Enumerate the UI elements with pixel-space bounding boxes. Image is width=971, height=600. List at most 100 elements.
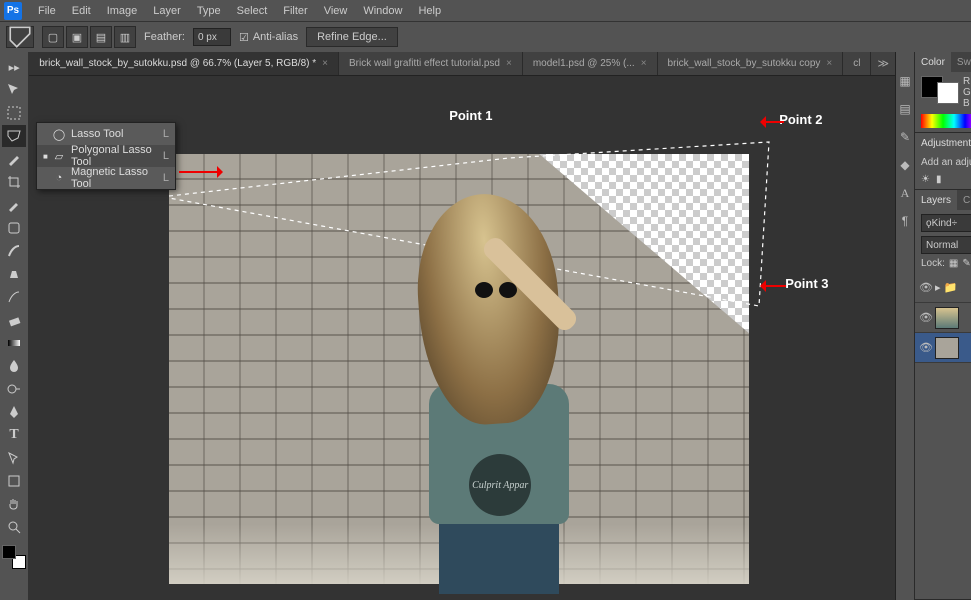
clone-panel-icon[interactable]: ◆ bbox=[896, 156, 914, 174]
layer-filter[interactable]: ϙ Kind ÷ bbox=[921, 214, 971, 232]
document-canvas[interactable]: Culprit Appar bbox=[169, 154, 749, 584]
color-swatches[interactable] bbox=[2, 545, 26, 569]
selection-subtract[interactable]: ▤ bbox=[90, 26, 112, 48]
selection-new[interactable]: ▢ bbox=[42, 26, 64, 48]
eraser-tool[interactable] bbox=[2, 309, 26, 331]
annotation-point1: Point 1 bbox=[449, 108, 492, 123]
menu-window[interactable]: Window bbox=[355, 3, 410, 19]
levels-adj-icon[interactable]: ▮ bbox=[936, 174, 942, 185]
menu-edit[interactable]: Edit bbox=[64, 3, 99, 19]
pen-tool[interactable] bbox=[2, 401, 26, 423]
channels-tab[interactable]: Chan bbox=[957, 190, 971, 210]
menu-file[interactable]: File bbox=[30, 3, 64, 19]
clone-stamp-tool[interactable] bbox=[2, 263, 26, 285]
history-panel-icon[interactable]: ▦ bbox=[896, 72, 914, 90]
blend-mode-select[interactable]: Normal bbox=[921, 236, 971, 254]
document-tabs: brick_wall_stock_by_sutokku.psd @ 66.7% … bbox=[29, 52, 895, 76]
annotation-point3: Point 3 bbox=[785, 276, 828, 291]
brightness-adj-icon[interactable]: ☀ bbox=[921, 174, 930, 185]
folder-icon: ▸ 📁 bbox=[935, 281, 957, 294]
flyout-polygonal-lasso[interactable]: ■ ▱ Polygonal Lasso Tool L bbox=[37, 145, 175, 167]
tabs-overflow-icon[interactable]: ≫ bbox=[871, 57, 895, 70]
document-tab-4[interactable]: brick_wall_stock_by_sutokku copy× bbox=[658, 52, 844, 76]
adjustments-tab[interactable]: Adjustments bbox=[915, 133, 971, 153]
menu-layer[interactable]: Layer bbox=[145, 3, 189, 19]
zoom-tool[interactable] bbox=[2, 516, 26, 538]
document-tab-3[interactable]: model1.psd @ 25% (...× bbox=[523, 52, 658, 76]
polygonal-lasso-icon: ▱ bbox=[51, 150, 67, 163]
close-icon[interactable]: × bbox=[506, 58, 512, 69]
shape-tool[interactable] bbox=[2, 470, 26, 492]
document-tab-5[interactable]: cl bbox=[843, 52, 871, 76]
paragraph-panel-icon[interactable]: ¶ bbox=[896, 212, 914, 230]
lock-pixels-icon[interactable]: ✎ bbox=[962, 258, 970, 269]
menu-view[interactable]: View bbox=[316, 3, 356, 19]
lock-label: Lock: bbox=[921, 258, 945, 269]
selection-add[interactable]: ▣ bbox=[66, 26, 88, 48]
expand-arrows-icon[interactable]: ▸▸ bbox=[2, 56, 26, 78]
layers-tab[interactable]: Layers bbox=[915, 190, 957, 210]
dodge-tool[interactable] bbox=[2, 378, 26, 400]
collapsed-panel-strip: ▦ ▤ ✎ ◆ A ¶ bbox=[896, 52, 915, 600]
workspace: ▸▸ T ◯ Lasso Tool L bbox=[0, 52, 971, 600]
layer-thumbnail bbox=[935, 337, 959, 359]
actions-panel-icon[interactable]: ▤ bbox=[896, 100, 914, 118]
magic-wand-tool[interactable] bbox=[2, 148, 26, 170]
color-tab[interactable]: Color bbox=[915, 52, 951, 72]
hand-tool[interactable] bbox=[2, 493, 26, 515]
menu-type[interactable]: Type bbox=[189, 3, 229, 19]
gradient-tool[interactable] bbox=[2, 332, 26, 354]
brushes-panel-icon[interactable]: ✎ bbox=[896, 128, 914, 146]
magnetic-lasso-icon: ◔ bbox=[51, 172, 67, 184]
layer-thumbnail bbox=[935, 307, 959, 329]
healing-brush-tool[interactable] bbox=[2, 217, 26, 239]
layers-list: 👁 ▸ 📁 👁 👁 bbox=[915, 273, 971, 483]
menu-select[interactable]: Select bbox=[229, 3, 276, 19]
close-icon[interactable]: × bbox=[826, 58, 832, 69]
flyout-lasso[interactable]: ◯ Lasso Tool L bbox=[37, 123, 175, 145]
app-logo: Ps bbox=[4, 2, 22, 20]
visibility-icon[interactable]: 👁 bbox=[919, 281, 931, 294]
lasso-tool[interactable] bbox=[2, 125, 26, 147]
brush-tool[interactable] bbox=[2, 240, 26, 262]
layer-row-brick[interactable]: 👁 bbox=[915, 333, 971, 363]
lasso-icon: ◯ bbox=[51, 128, 67, 141]
move-tool[interactable] bbox=[2, 79, 26, 101]
eyedropper-tool[interactable] bbox=[2, 194, 26, 216]
lock-transparency-icon[interactable]: ▦ bbox=[949, 258, 958, 269]
document-tab-1[interactable]: brick_wall_stock_by_sutokku.psd @ 66.7% … bbox=[29, 52, 339, 76]
marquee-tool[interactable] bbox=[2, 102, 26, 124]
feather-input[interactable] bbox=[193, 28, 231, 46]
blur-tool[interactable] bbox=[2, 355, 26, 377]
menu-image[interactable]: Image bbox=[99, 3, 146, 19]
selection-intersect[interactable]: ▥ bbox=[114, 26, 136, 48]
menu-bar: Ps File Edit Image Layer Type Select Fil… bbox=[0, 0, 971, 22]
shirt-logo-text: Culprit Appar bbox=[469, 454, 531, 516]
document-tab-2[interactable]: Brick wall grafitti effect tutorial.psd× bbox=[339, 52, 523, 76]
visibility-icon[interactable]: 👁 bbox=[919, 311, 931, 324]
layer-row-group[interactable]: 👁 ▸ 📁 bbox=[915, 273, 971, 303]
character-panel-icon[interactable]: A bbox=[896, 184, 914, 202]
visibility-icon[interactable]: 👁 bbox=[919, 341, 931, 354]
swatches-tab[interactable]: Swat bbox=[951, 52, 971, 72]
annotation-arrow-flyout bbox=[179, 166, 229, 178]
history-brush-tool[interactable] bbox=[2, 286, 26, 308]
menu-filter[interactable]: Filter bbox=[275, 3, 315, 19]
annotation-arrow-p3 bbox=[754, 280, 786, 292]
path-selection-tool[interactable] bbox=[2, 447, 26, 469]
close-icon[interactable]: × bbox=[322, 58, 328, 69]
lasso-tool-flyout: ◯ Lasso Tool L ■ ▱ Polygonal Lasso Tool … bbox=[36, 122, 176, 190]
tool-preset-picker[interactable] bbox=[6, 26, 34, 48]
color-picker-swatches[interactable] bbox=[921, 76, 959, 104]
close-icon[interactable]: × bbox=[641, 58, 647, 69]
antialias-check[interactable]: ☑Anti-alias bbox=[239, 31, 298, 44]
adjustments-panel: Adjustments Add an adjus ☀ ▮ bbox=[915, 133, 971, 190]
menu-help[interactable]: Help bbox=[410, 3, 449, 19]
layer-row-photo[interactable]: 👁 bbox=[915, 303, 971, 333]
refine-edge-button[interactable]: Refine Edge... bbox=[306, 27, 398, 47]
crop-tool[interactable] bbox=[2, 171, 26, 193]
foreground-color-swatch[interactable] bbox=[2, 545, 16, 559]
type-tool[interactable]: T bbox=[2, 424, 26, 446]
flyout-magnetic-lasso[interactable]: ◔ Magnetic Lasso Tool L bbox=[37, 167, 175, 189]
color-spectrum[interactable] bbox=[921, 114, 971, 128]
